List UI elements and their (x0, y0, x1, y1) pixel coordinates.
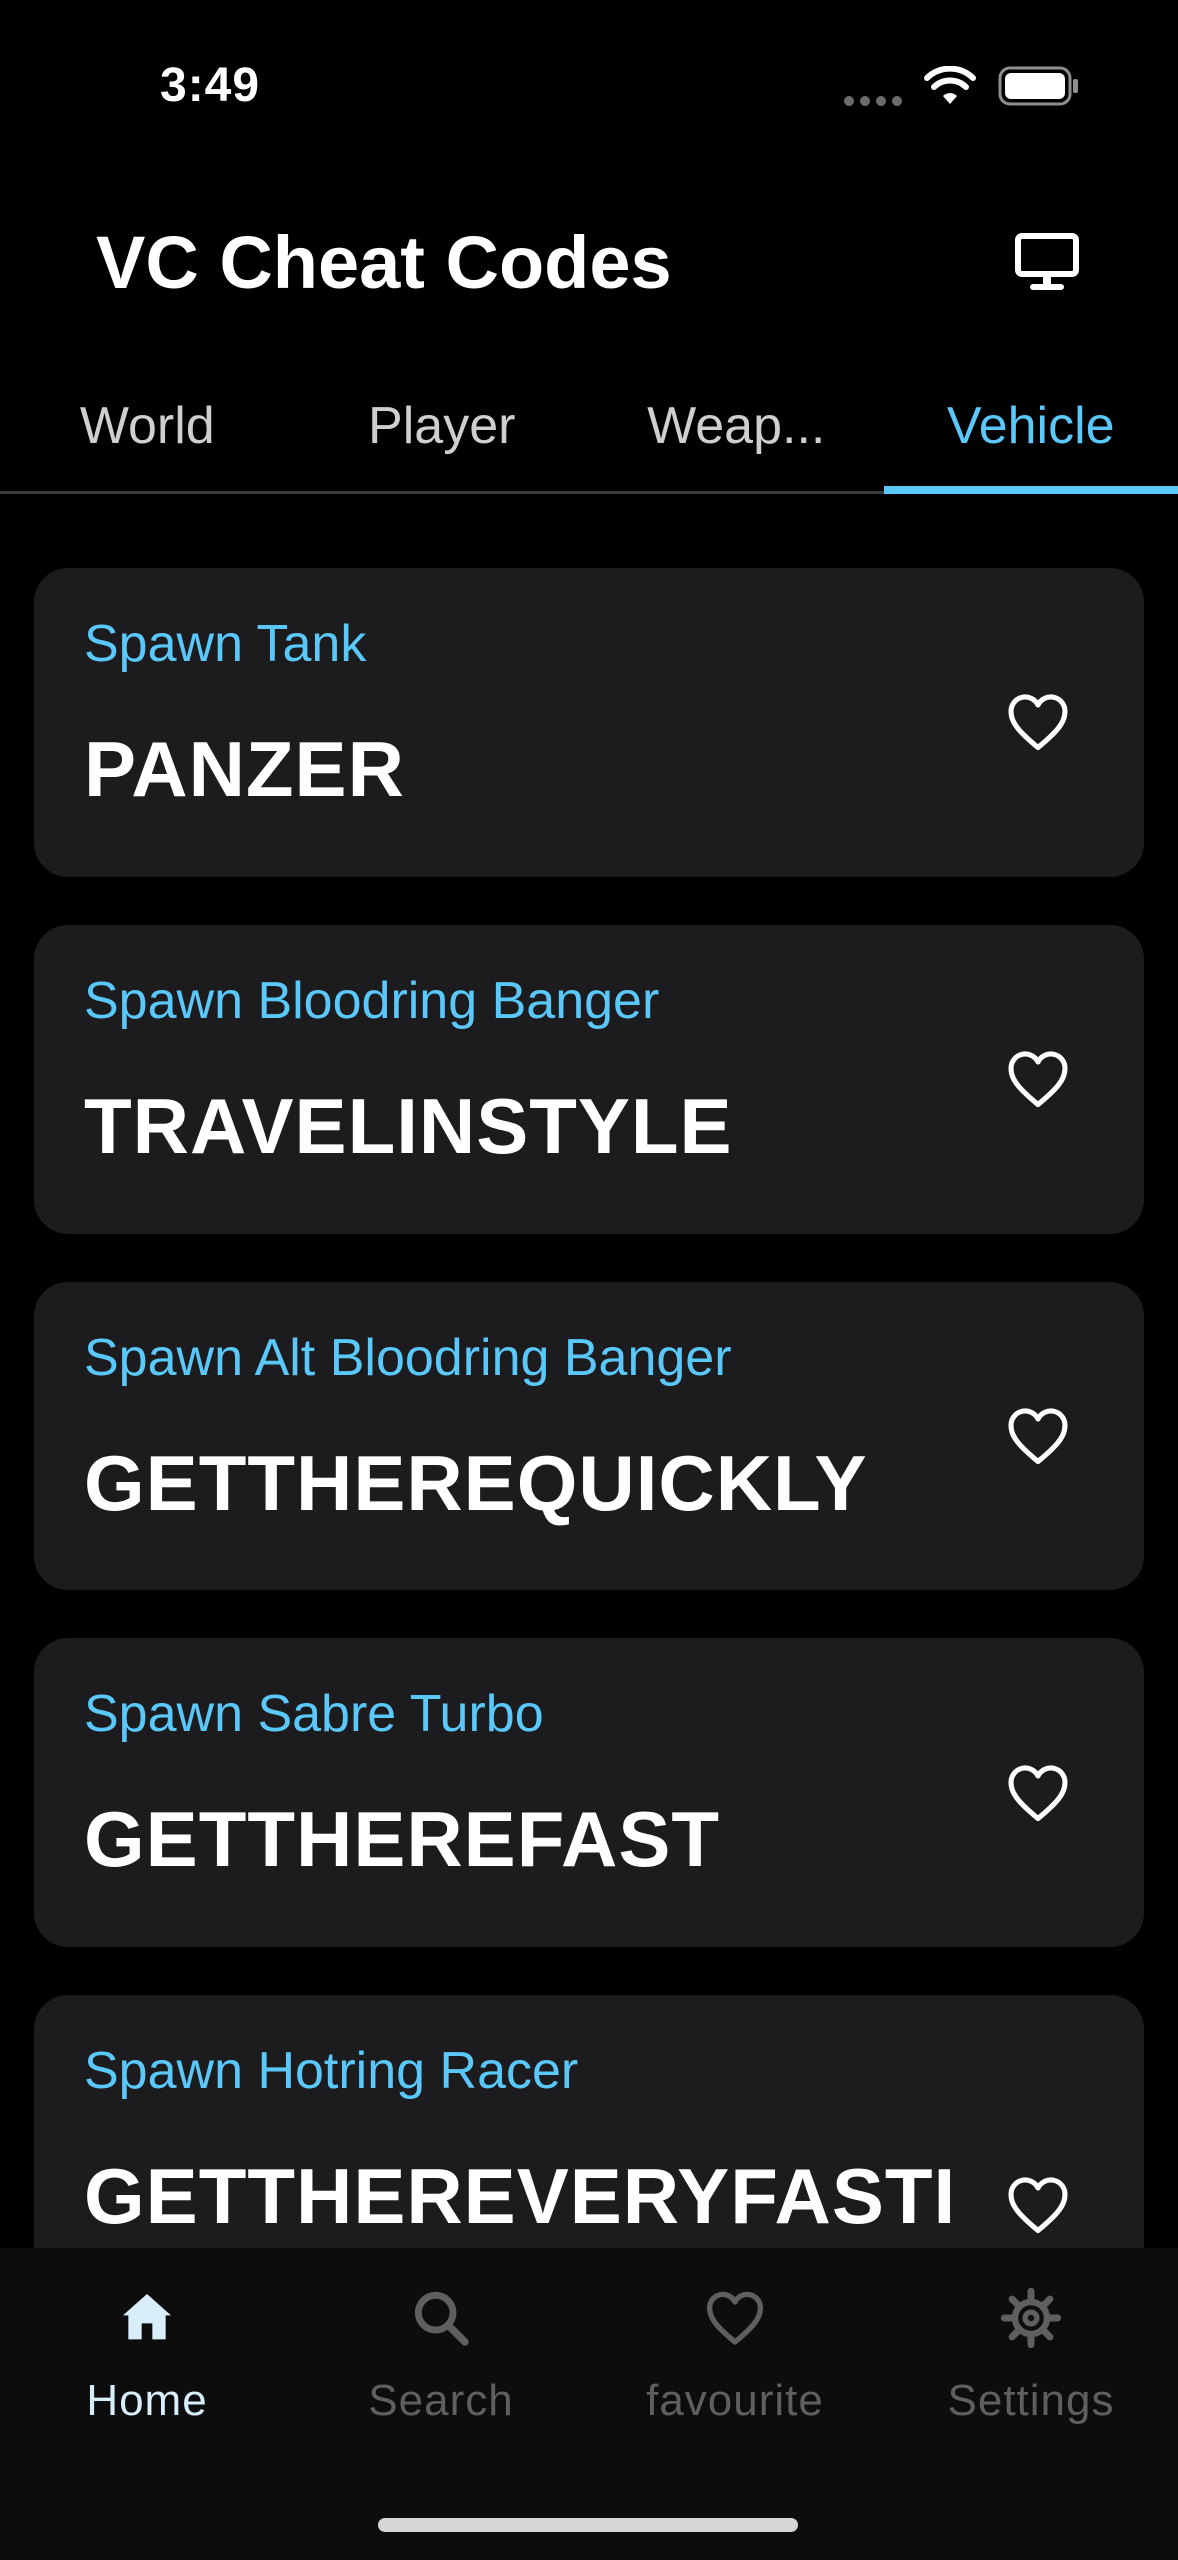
battery-icon (998, 66, 1078, 106)
heart-icon (706, 2291, 764, 2345)
cheat-code: GETTHEREFAST (84, 1795, 721, 1884)
bottom-nav: Home Search favourite Settings (0, 2248, 1178, 2560)
nav-favourite[interactable]: favourite (588, 2286, 882, 2426)
heart-icon[interactable] (1004, 1759, 1072, 1827)
heart-icon[interactable] (1004, 1402, 1072, 1470)
heart-icon[interactable] (1004, 1045, 1072, 1113)
home-icon (123, 2294, 171, 2340)
status-bar: 3:49 (0, 0, 1178, 170)
nav-search[interactable]: Search (294, 2286, 588, 2426)
cheat-card[interactable]: Spawn Bloodring Banger TRAVELINSTYLE (34, 924, 1144, 1234)
cellular-signal-icon (844, 96, 902, 106)
cheat-list: Spawn Tank PANZER Spawn Bloodring Banger… (34, 568, 1144, 2463)
cheat-card[interactable]: Spawn Sabre Turbo GETTHEREFAST (34, 1638, 1144, 1947)
tab-player[interactable]: Player (295, 360, 590, 491)
cheat-label: Spawn Hotring Racer (84, 2042, 579, 2100)
search-icon (414, 2291, 469, 2346)
tab-vehicle[interactable]: Vehicle (883, 360, 1178, 494)
heart-icon[interactable] (1004, 2171, 1072, 2239)
nav-settings[interactable]: Settings (884, 2286, 1178, 2426)
cheat-code: PANZER (84, 725, 405, 813)
cheat-label: Spawn Bloodring Banger (84, 971, 660, 1030)
category-tabs: World Player Weap... Vehicle (0, 360, 1178, 494)
cheat-code: GETTHEREQUICKLY (84, 1438, 868, 1527)
nav-home[interactable]: Home (0, 2286, 294, 2426)
cheat-card[interactable]: Spawn Tank PANZER (34, 568, 1144, 877)
cheat-label: Spawn Alt Bloodring Banger (84, 1328, 732, 1387)
tab-world[interactable]: World (0, 360, 295, 491)
home-indicator (378, 2518, 798, 2532)
tab-weapons[interactable]: Weap... (589, 360, 884, 491)
cheat-code: TRAVELINSTYLE (84, 1081, 733, 1170)
heart-icon[interactable] (1004, 688, 1072, 756)
page-title: VC Cheat Codes (96, 221, 672, 304)
nav-settings-label: Settings (947, 2376, 1115, 2425)
status-time: 3:49 (160, 59, 261, 112)
nav-favourite-label: favourite (646, 2376, 824, 2425)
gear-icon (1000, 2287, 1062, 2349)
nav-home-label: Home (86, 2376, 208, 2425)
cheat-card[interactable]: Spawn Alt Bloodring Banger GETTHEREQUICK… (34, 1281, 1144, 1591)
cheat-label: Spawn Sabre Turbo (84, 1685, 544, 1744)
nav-search-label: Search (368, 2376, 514, 2425)
desktop-icon[interactable] (1012, 228, 1082, 298)
cheat-label: Spawn Tank (84, 615, 367, 673)
wifi-icon (924, 66, 976, 104)
